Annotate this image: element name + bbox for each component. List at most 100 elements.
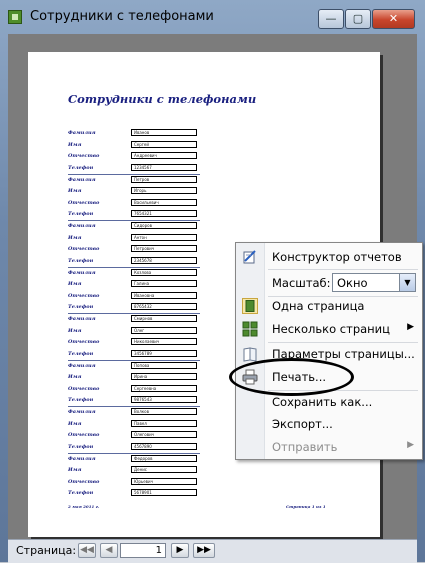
next-page-button[interactable]: ▶ bbox=[171, 543, 189, 558]
menu-item-one-page[interactable]: Одна страница bbox=[236, 295, 422, 317]
field-value: Петрович bbox=[131, 245, 197, 253]
field-value: 7654321 bbox=[131, 210, 197, 218]
field-label: Телефон bbox=[68, 443, 94, 450]
record-separator bbox=[68, 220, 200, 221]
field-value: Олег bbox=[131, 326, 197, 334]
window-title: Сотрудники с телефонами bbox=[30, 9, 214, 24]
zoom-value: Окно bbox=[337, 276, 368, 290]
field-label: Телефон bbox=[68, 350, 94, 357]
field-value: Сидоров bbox=[131, 222, 197, 229]
multiple-pages-icon bbox=[242, 321, 258, 337]
status-bar: Страница: ◀◀ ◀ 1 ▶ ▶▶ bbox=[8, 539, 417, 563]
field-label: Телефон bbox=[68, 304, 94, 311]
field-value: Иванов bbox=[131, 129, 197, 136]
field-label: Телефон bbox=[68, 397, 94, 404]
field-value: Сергеевна bbox=[131, 384, 197, 392]
footer-page-number: Страница 1 из 1 bbox=[286, 504, 326, 509]
field-value: Петров bbox=[131, 175, 197, 183]
field-value: Смирнов bbox=[131, 315, 197, 322]
field-label: Имя bbox=[68, 374, 82, 381]
maximize-button[interactable]: ▢ bbox=[345, 9, 371, 29]
menu-label: Отправить bbox=[272, 440, 338, 454]
field-label: Отчество bbox=[68, 339, 100, 346]
record-separator bbox=[68, 173, 200, 175]
field-label: Фамилия bbox=[68, 130, 96, 136]
field-value: Андреевич bbox=[131, 152, 197, 160]
field-value: 4567890 bbox=[131, 442, 197, 450]
field-label: Отчество bbox=[68, 199, 100, 206]
menu-item-save-as[interactable]: Сохранить как... bbox=[236, 391, 422, 413]
field-value: Ирина bbox=[131, 373, 197, 381]
menu-item-send: Отправить ▶ bbox=[236, 436, 422, 458]
first-page-button[interactable]: ◀◀ bbox=[78, 543, 96, 558]
close-button[interactable]: ✕ bbox=[372, 9, 415, 29]
field-value: Николаевич bbox=[131, 338, 197, 346]
field-label: Фамилия bbox=[68, 269, 96, 276]
field-label: Телефон bbox=[68, 211, 94, 218]
menu-separator bbox=[268, 269, 418, 270]
field-label: Фамилия bbox=[68, 176, 96, 183]
zoom-select[interactable]: Окно ▼ bbox=[332, 273, 416, 292]
field-label: Отчество bbox=[68, 478, 100, 485]
menu-item-report-designer[interactable]: Конструктор отчетов bbox=[236, 246, 422, 268]
field-value: Игорь bbox=[131, 187, 197, 195]
field-label: Фамилия bbox=[68, 409, 96, 415]
field-label: Имя bbox=[68, 281, 82, 288]
field-label: Имя bbox=[68, 141, 82, 148]
page-number-input[interactable]: 1 bbox=[120, 543, 166, 558]
menu-label: Сохранить как... bbox=[272, 395, 373, 409]
previous-page-button[interactable]: ◀ bbox=[100, 543, 118, 558]
field-label: Телефон bbox=[68, 257, 94, 264]
field-label: Фамилия bbox=[68, 316, 96, 322]
field-value: Денис bbox=[131, 466, 197, 474]
field-label: Отчество bbox=[68, 385, 100, 392]
record-separator bbox=[68, 406, 200, 407]
submenu-arrow-icon: ▶ bbox=[407, 440, 414, 450]
minimize-button[interactable]: — bbox=[318, 9, 344, 29]
menu-label: Конструктор отчетов bbox=[272, 250, 402, 264]
field-value: Козлова bbox=[131, 268, 197, 276]
menu-label: Одна страница bbox=[272, 299, 365, 313]
report-designer-icon bbox=[243, 250, 256, 264]
field-label: Имя bbox=[68, 234, 82, 241]
field-value: Сергей bbox=[131, 140, 197, 148]
one-page-icon bbox=[242, 298, 258, 314]
field-value: 2345678 bbox=[131, 256, 197, 264]
field-value: 8765432 bbox=[131, 303, 197, 311]
field-value: Юрьевич bbox=[131, 477, 197, 485]
field-value: 5678901 bbox=[131, 489, 197, 497]
record-separator bbox=[68, 359, 200, 361]
field-label: Отчество bbox=[68, 292, 100, 299]
title-bar[interactable]: Сотрудники с телефонами — ▢ ✕ bbox=[0, 0, 425, 32]
field-value: 9876543 bbox=[131, 396, 197, 404]
field-label: Имя bbox=[68, 188, 82, 195]
field-label: Отчество bbox=[68, 432, 100, 439]
report-icon bbox=[8, 10, 22, 24]
field-label: Фамилия bbox=[68, 223, 96, 229]
field-value: 3456789 bbox=[131, 349, 197, 357]
field-label: Имя bbox=[68, 467, 82, 474]
field-value: Павел bbox=[131, 419, 197, 427]
field-label: Отчество bbox=[68, 153, 100, 160]
menu-item-multiple-pages[interactable]: Несколько страниц ▶ bbox=[236, 318, 422, 340]
menu-label: Экспорт... bbox=[272, 417, 333, 431]
page-label: Страница: bbox=[16, 544, 77, 557]
field-label: Телефон bbox=[68, 490, 94, 497]
menu-item-export[interactable]: Экспорт... bbox=[236, 413, 422, 435]
dropdown-arrow-icon[interactable]: ▼ bbox=[399, 274, 415, 291]
page-setup-icon bbox=[243, 347, 257, 362]
submenu-arrow-icon: ▶ bbox=[407, 322, 414, 332]
field-value: Галина bbox=[131, 280, 197, 288]
zoom-label: Масштаб: bbox=[272, 276, 331, 290]
field-label: Телефон bbox=[68, 164, 94, 171]
report-title: Сотрудники с телефонами bbox=[68, 92, 257, 106]
record-separator bbox=[68, 313, 200, 314]
last-page-button[interactable]: ▶▶ bbox=[193, 543, 215, 558]
highlight-ellipse bbox=[229, 358, 354, 396]
record-separator bbox=[68, 452, 200, 454]
field-label: Фамилия bbox=[68, 455, 96, 462]
record-separator bbox=[68, 266, 200, 268]
field-value: Федоров bbox=[131, 454, 197, 462]
field-value: Васильевич bbox=[131, 198, 197, 206]
footer-date: 2 мая 2011 г. bbox=[68, 504, 100, 509]
